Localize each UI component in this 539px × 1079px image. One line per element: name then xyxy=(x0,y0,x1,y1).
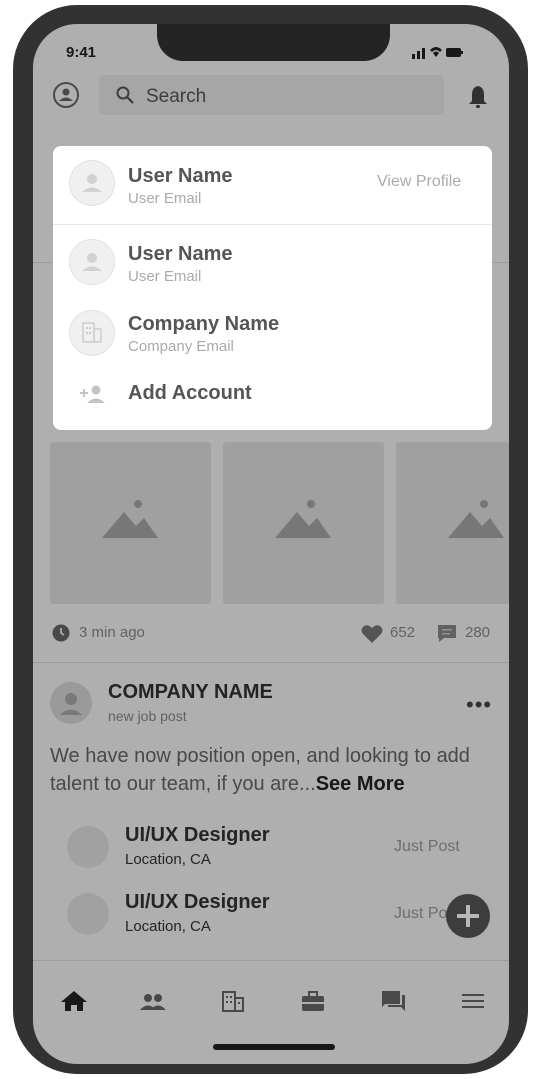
account-email: User Email xyxy=(128,268,202,285)
user-avatar xyxy=(69,160,115,206)
account-name[interactable]: User Name xyxy=(128,243,233,266)
current-account-name: User Name xyxy=(128,165,233,187)
account-email: Company Email xyxy=(128,338,234,355)
user-avatar[interactable] xyxy=(69,239,115,285)
company-avatar[interactable] xyxy=(69,310,115,356)
add-account-button[interactable]: Add Account xyxy=(128,382,252,405)
account-name[interactable]: Company Name xyxy=(128,313,279,336)
add-person-icon[interactable] xyxy=(79,383,107,405)
panel-divider xyxy=(53,224,492,225)
current-account-email: User Email xyxy=(128,190,202,207)
view-profile-link[interactable]: View Profile xyxy=(377,173,461,191)
